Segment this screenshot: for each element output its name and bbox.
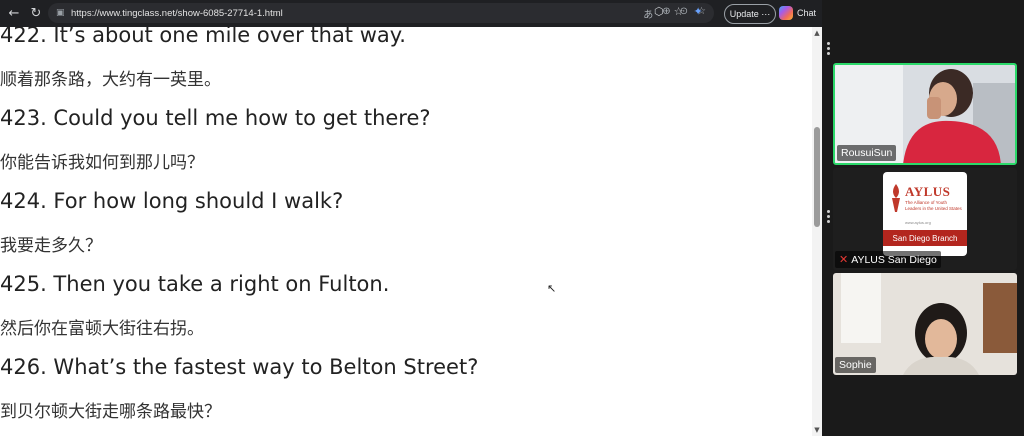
browser-toolbar: ← ↻ ▣ https://www.tingclass.net/show-608…	[0, 0, 822, 27]
browser-window: ← ↻ ▣ https://www.tingclass.net/show-608…	[0, 0, 822, 436]
lock-icon: ▣	[56, 8, 65, 18]
profile-icon[interactable]: ✦	[693, 5, 702, 18]
participant-name: Sophie	[835, 357, 876, 373]
update-button[interactable]: Update ⋯	[724, 4, 776, 24]
extensions-icon[interactable]: ⬡	[654, 5, 664, 18]
sentence-en: 422. It’s about one mile over that way.	[0, 27, 406, 47]
page-content: 422. It’s about one mile over that way. …	[0, 27, 810, 436]
aylus-logo: AYLUS The Alliance of Youth Leaders in t…	[883, 172, 967, 256]
tile-options-icon[interactable]	[827, 210, 831, 226]
address-bar[interactable]: ▣ https://www.tingclass.net/show-6085-27…	[48, 3, 714, 23]
chat-label: Chat	[797, 8, 817, 18]
mic-muted-icon: ✕	[839, 254, 849, 266]
logo-title: AYLUS	[905, 184, 951, 199]
participant-name-tag: ✕ AYLUS San Diego	[835, 251, 941, 268]
translate-icon[interactable]: あ	[643, 6, 653, 21]
scrollbar[interactable]: ▲ ▼	[812, 27, 822, 436]
sentence-en: 423. Could you tell me how to get there?	[0, 106, 431, 130]
sentence-zh: 然后你在富顿大街往右拐。	[0, 319, 204, 339]
torch-icon	[892, 184, 900, 212]
copilot-icon	[779, 6, 793, 20]
sentence-en: 424. For how long should I walk?	[0, 189, 344, 213]
update-more-icon: ⋯	[761, 8, 771, 19]
update-label: Update	[729, 9, 759, 19]
sentence-en: 426. What’s the fastest way to Belton St…	[0, 355, 479, 379]
logo-subtitle: The Alliance of Youth Leaders in the Uni…	[905, 200, 962, 211]
logo-url: www.aylus.org	[905, 220, 931, 225]
sentence-zh: 我要走多久？	[0, 236, 102, 256]
tile-options-icon[interactable]	[827, 42, 831, 58]
video-tile-rousuisun[interactable]: RousuiSun	[833, 63, 1017, 165]
video-tile-aylus[interactable]: AYLUS The Alliance of Youth Leaders in t…	[833, 168, 1017, 270]
video-tile-sophie[interactable]: Sophie	[833, 273, 1017, 375]
sentence-en: 425. Then you take a right on Fulton.	[0, 272, 390, 296]
back-icon[interactable]: ←	[3, 3, 25, 25]
scrollbar-thumb[interactable]	[814, 127, 820, 227]
url-text[interactable]: https://www.tingclass.net/show-6085-2771…	[71, 8, 283, 19]
scroll-up-icon[interactable]: ▲	[814, 29, 820, 37]
chat-button[interactable]: Chat	[779, 4, 816, 22]
scroll-down-icon[interactable]: ▼	[814, 426, 820, 434]
participant-name: AYLUS San Diego	[851, 254, 937, 266]
collections-icon[interactable]: ☆	[674, 5, 684, 18]
sentence-zh: 顺着那条路，大约有一英里。	[0, 70, 221, 90]
participant-name: RousuiSun	[837, 145, 897, 161]
mouse-cursor-icon: ↖	[547, 282, 557, 295]
refresh-icon[interactable]: ↻	[25, 3, 47, 25]
branch-banner: San Diego Branch	[883, 230, 967, 246]
sentence-zh: 你能告诉我如何到那儿吗？	[0, 153, 204, 173]
sentence-zh: 到贝尔顿大街走哪条路最快？	[0, 402, 221, 422]
